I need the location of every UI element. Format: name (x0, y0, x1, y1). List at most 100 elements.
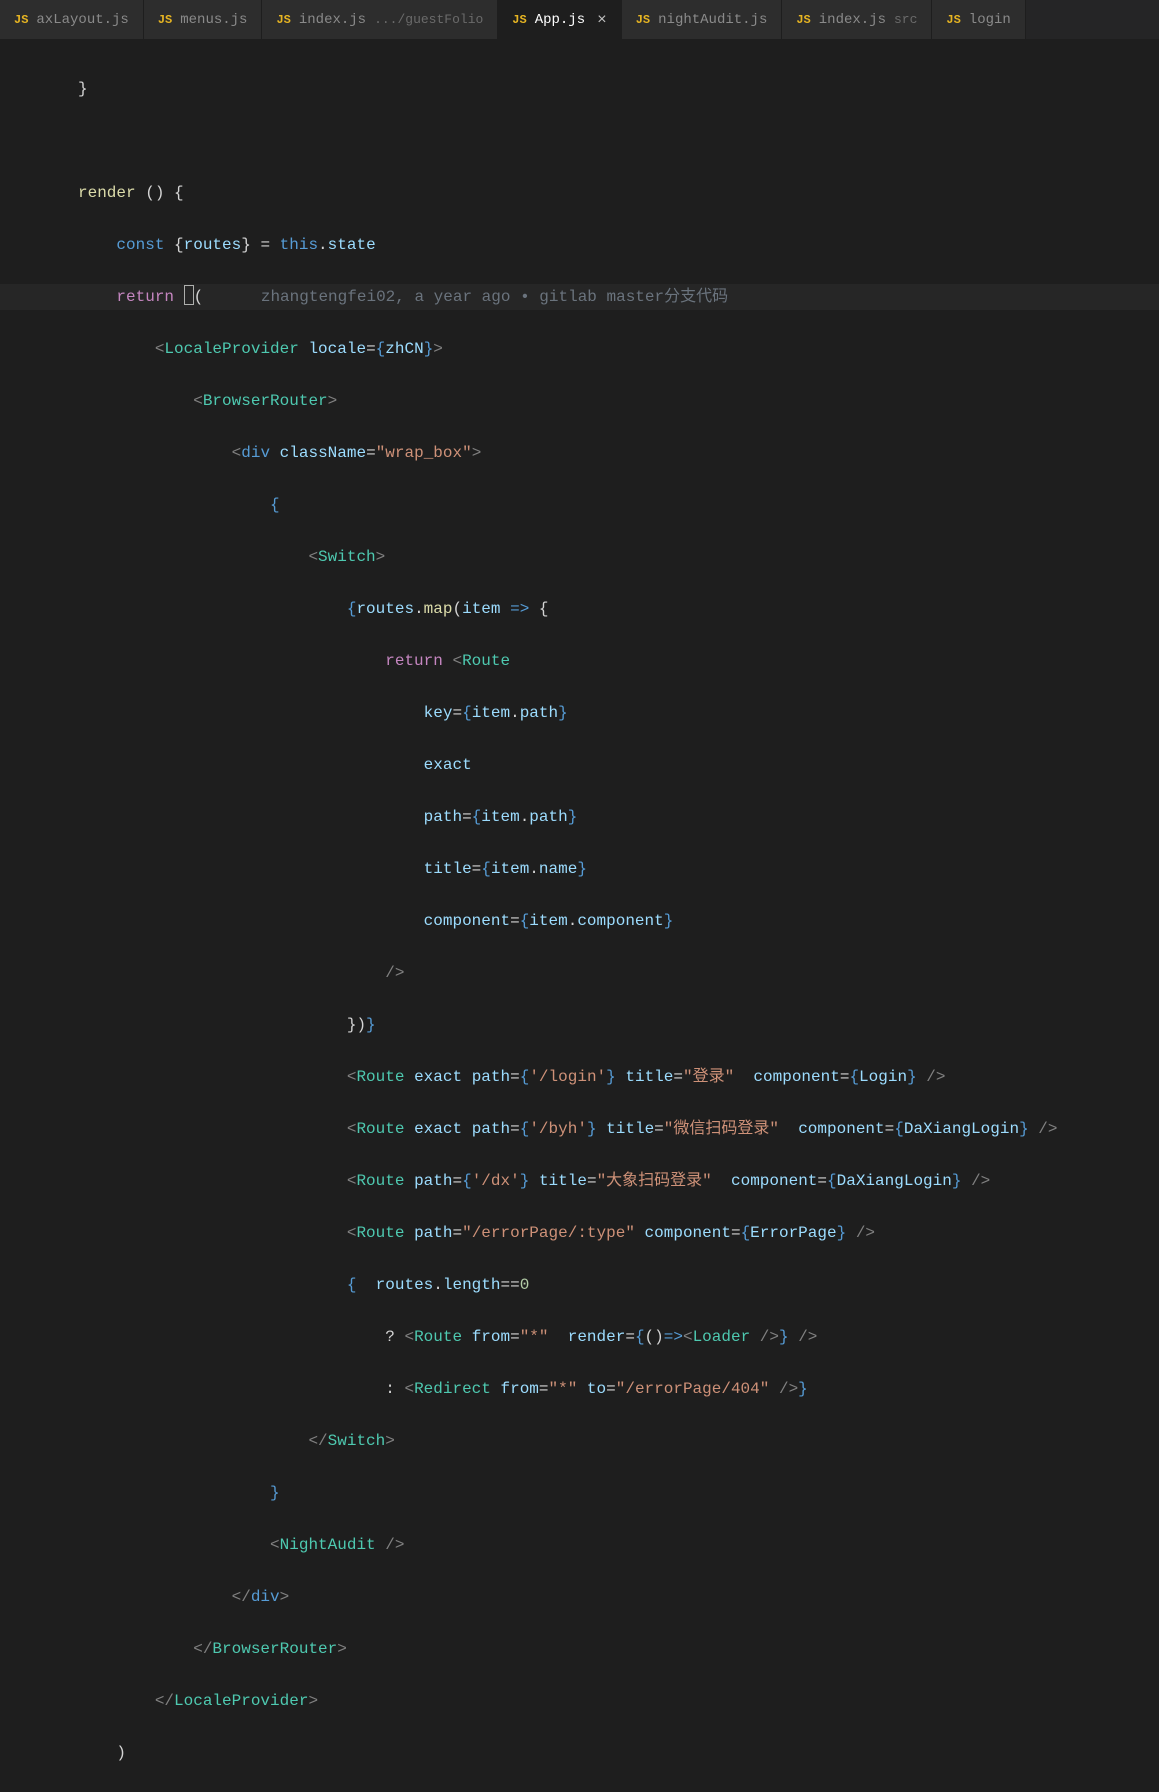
prop-path: path (520, 704, 558, 722)
attr-classname: className (280, 444, 366, 462)
js-file-icon: JS (512, 13, 526, 27)
jsx-route-error: Route (356, 1224, 404, 1242)
cursor (184, 285, 194, 305)
tab-label: login (969, 12, 1011, 28)
attr-path: path (424, 808, 462, 826)
attr-locale: locale (308, 340, 366, 358)
js-file-icon: JS (796, 13, 810, 27)
attr-to: to (587, 1380, 606, 1398)
close-icon[interactable]: × (597, 11, 607, 29)
js-file-icon: JS (276, 13, 290, 27)
num-zero: 0 (520, 1276, 530, 1294)
str-star-2: "*" (549, 1380, 578, 1398)
var-routes: routes (184, 236, 242, 254)
tab-label: nightAudit.js (658, 12, 767, 28)
tab-label: menus.js (180, 12, 247, 28)
jsx-localeprovider: LocaleProvider (164, 340, 298, 358)
tab-label: App.js (535, 12, 585, 28)
js-file-icon: JS (158, 13, 172, 27)
comp-daxiang: DaXiangLogin (904, 1120, 1019, 1138)
prop-name: name (539, 860, 577, 878)
method-name: render (78, 184, 136, 202)
kw-this: this (280, 236, 318, 254)
str-dx-title: "大象扫码登录" (597, 1172, 712, 1190)
attr-component: component (424, 912, 510, 930)
jsx-browserrouter-close: BrowserRouter (212, 1640, 337, 1658)
item-ref: item (472, 704, 510, 722)
str-byh: '/byh' (529, 1120, 587, 1138)
tab-app-js[interactable]: JS App.js × (498, 0, 621, 39)
tab-index-js[interactable]: JS index.js src (782, 0, 932, 39)
attr-from-2: from (500, 1380, 538, 1398)
jsx-browserrouter: BrowserRouter (203, 392, 328, 410)
attr-render: render (568, 1328, 626, 1346)
tab-login[interactable]: JS login (932, 0, 1025, 39)
jsx-localeprovider-close: LocaleProvider (174, 1692, 308, 1710)
attr-path-4: path (414, 1172, 452, 1190)
tab-dir: .../guestFolio (374, 12, 483, 27)
fn-map: map (424, 600, 453, 618)
attr-component-5: component (645, 1224, 731, 1242)
prop-component: component (577, 912, 663, 930)
attr-path-2: path (472, 1068, 510, 1086)
prop-path-2: path (529, 808, 567, 826)
prop-length: length (443, 1276, 501, 1294)
comp-loader: Loader (693, 1328, 751, 1346)
jsx-nightaudit: NightAudit (280, 1536, 376, 1554)
attr-path-3: path (472, 1120, 510, 1138)
str-wrapbox: "wrap_box" (376, 444, 472, 462)
js-file-icon: JS (946, 13, 960, 27)
tab-dir: src (894, 12, 917, 27)
param-item: item (462, 600, 500, 618)
kw-return-2: return (385, 652, 443, 670)
attr-exact-3: exact (414, 1120, 462, 1138)
prop-state: state (328, 236, 376, 254)
tab-menus-js[interactable]: JS menus.js (144, 0, 263, 39)
item-ref-3: item (491, 860, 529, 878)
attr-component-2: component (753, 1068, 839, 1086)
jsx-route: Route (462, 652, 510, 670)
str-errorto: "/errorPage/404" (616, 1380, 770, 1398)
js-file-icon: JS (14, 13, 28, 27)
tab-label: axLayout.js (36, 12, 128, 28)
jsx-route-dx: Route (356, 1172, 404, 1190)
var-routes-3: routes (376, 1276, 434, 1294)
attr-path-5: path (414, 1224, 452, 1242)
item-ref-4: item (529, 912, 567, 930)
str-login-title: "登录" (683, 1068, 734, 1086)
attr-key: key (424, 704, 453, 722)
attr-title-3: title (606, 1120, 654, 1138)
tab-index-js[interactable]: JS index.js .../guestFolio (262, 0, 498, 39)
jsx-redirect: Redirect (414, 1380, 491, 1398)
tab-bar: JS axLayout.js JS menus.js JS index.js .../gue… (0, 0, 1159, 40)
str-errorpath: "/errorPage/:type" (462, 1224, 635, 1242)
code-editor[interactable]: } render () { const {routes} = this.stat… (0, 40, 1159, 1792)
jsx-div: div (241, 444, 270, 462)
attr-exact: exact (424, 756, 472, 774)
comp-login: Login (859, 1068, 907, 1086)
attr-from: from (472, 1328, 510, 1346)
comp-errorpage: ErrorPage (750, 1224, 836, 1242)
tab-axlayout-js[interactable]: JS axLayout.js (0, 0, 144, 39)
comp-daxiang-2: DaXiangLogin (837, 1172, 952, 1190)
item-ref-2: item (481, 808, 519, 826)
js-file-icon: JS (636, 13, 650, 27)
str-byh-title: "微信扫码登录" (664, 1120, 779, 1138)
attr-title-2: title (625, 1068, 673, 1086)
kw-const: const (116, 236, 164, 254)
tab-nightaudit-js[interactable]: JS nightAudit.js (622, 0, 783, 39)
str-login: '/login' (529, 1068, 606, 1086)
attr-title-4: title (539, 1172, 587, 1190)
attr-component-4: component (731, 1172, 817, 1190)
tab-label: index.js (299, 12, 366, 28)
jsx-route-loader: Route (414, 1328, 462, 1346)
jsx-switch: Switch (318, 548, 376, 566)
tab-label: index.js (819, 12, 886, 28)
git-blame-annotation: zhangtengfei02, a year ago • gitlab mast… (261, 288, 728, 306)
jsx-div-close: div (251, 1588, 280, 1606)
str-star: "*" (520, 1328, 549, 1346)
attr-exact-2: exact (414, 1068, 462, 1086)
kw-return: return (116, 288, 174, 306)
attr-title: title (424, 860, 472, 878)
val-zhcn: zhCN (385, 340, 423, 358)
